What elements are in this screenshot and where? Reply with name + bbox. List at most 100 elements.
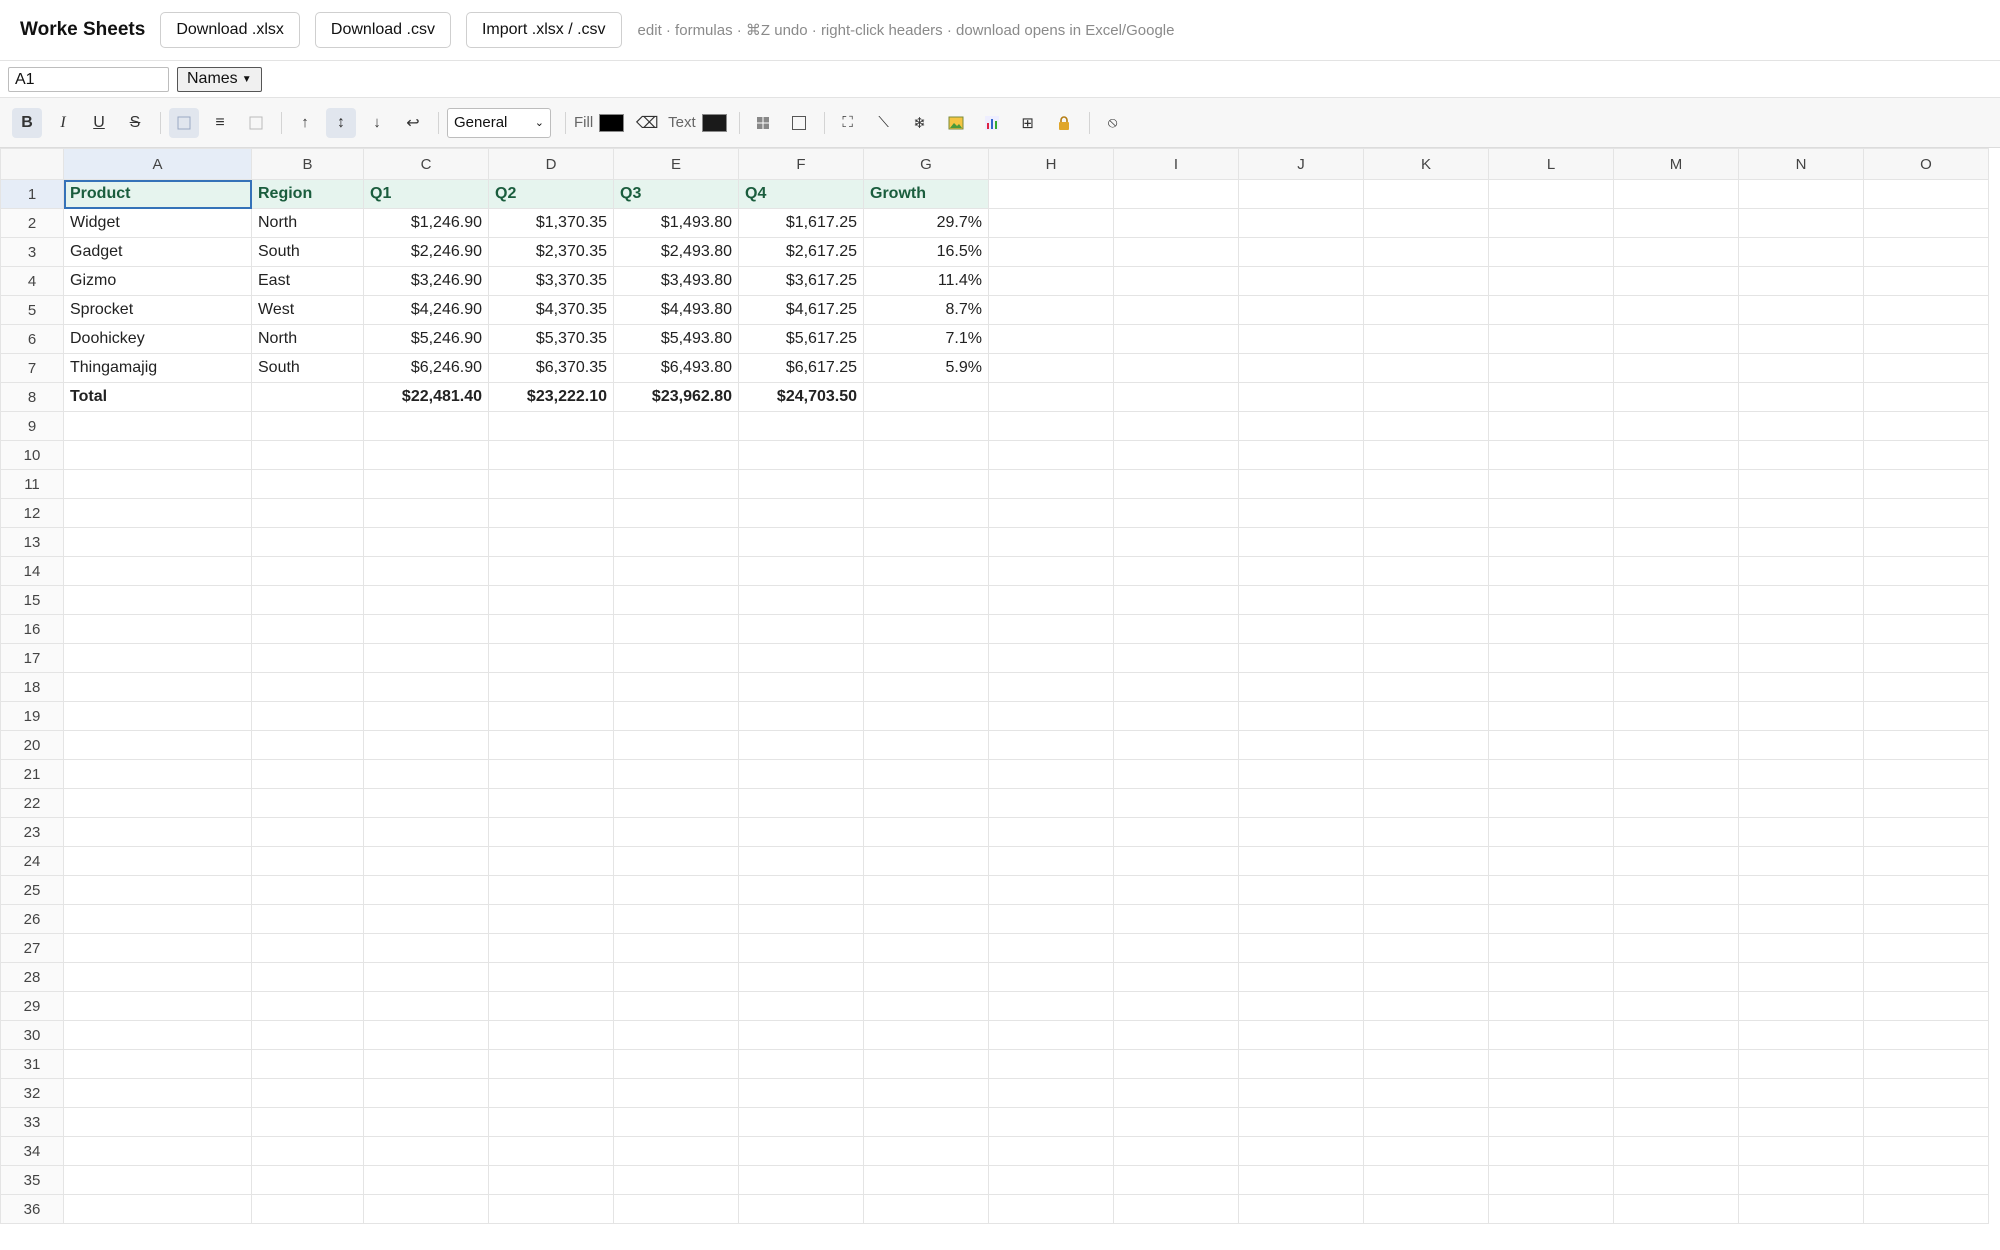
cell-b10[interactable] <box>251 440 364 470</box>
cell-n31[interactable] <box>1738 1049 1864 1079</box>
cell-l36[interactable] <box>1488 1194 1614 1224</box>
cell-n28[interactable] <box>1738 962 1864 992</box>
fill-color-swatch[interactable] <box>599 113 625 132</box>
row-header[interactable]: 32 <box>0 1078 64 1108</box>
number-format-select[interactable]: General ⌄ <box>447 107 551 138</box>
cell-h35[interactable] <box>988 1165 1114 1195</box>
cell-d3[interactable]: $2,370.35 <box>488 237 614 267</box>
cell-k5[interactable] <box>1363 295 1489 325</box>
row-header[interactable]: 2 <box>0 208 64 238</box>
cell-a24[interactable] <box>63 846 252 876</box>
cell-a12[interactable] <box>63 498 252 528</box>
cell-d28[interactable] <box>488 962 614 992</box>
cell-h29[interactable] <box>988 991 1114 1021</box>
cell-i26[interactable] <box>1113 904 1239 934</box>
merge-cells-icon[interactable]: ⛶ <box>833 108 863 138</box>
cell-i4[interactable] <box>1113 266 1239 296</box>
cell-i18[interactable] <box>1113 672 1239 702</box>
cell-j7[interactable] <box>1238 353 1364 383</box>
cell-k27[interactable] <box>1363 933 1489 963</box>
cell-f23[interactable] <box>738 817 864 847</box>
cell-b13[interactable] <box>251 527 364 557</box>
cell-m13[interactable] <box>1613 527 1739 557</box>
cell-h36[interactable] <box>988 1194 1114 1224</box>
cell-k36[interactable] <box>1363 1194 1489 1224</box>
cell-f26[interactable] <box>738 904 864 934</box>
cell-e32[interactable] <box>613 1078 739 1108</box>
cell-h33[interactable] <box>988 1107 1114 1137</box>
cell-f20[interactable] <box>738 730 864 760</box>
cell-a7[interactable]: Thingamajig <box>63 353 252 383</box>
cell-j33[interactable] <box>1238 1107 1364 1137</box>
cell-b17[interactable] <box>251 643 364 673</box>
cell-e11[interactable] <box>613 469 739 499</box>
cell-i12[interactable] <box>1113 498 1239 528</box>
cell-a35[interactable] <box>63 1165 252 1195</box>
cell-d35[interactable] <box>488 1165 614 1195</box>
cell-b8[interactable] <box>251 382 364 412</box>
cell-h21[interactable] <box>988 759 1114 789</box>
cell-i8[interactable] <box>1113 382 1239 412</box>
cell-g23[interactable] <box>863 817 989 847</box>
cell-m1[interactable] <box>1613 179 1739 209</box>
cell-l18[interactable] <box>1488 672 1614 702</box>
cell-n1[interactable] <box>1738 179 1864 209</box>
cell-a32[interactable] <box>63 1078 252 1108</box>
row-header[interactable]: 4 <box>0 266 64 296</box>
cell-k13[interactable] <box>1363 527 1489 557</box>
freeze-icon[interactable]: ❄ <box>905 108 935 138</box>
cell-c25[interactable] <box>363 875 489 905</box>
cell-d5[interactable]: $4,370.35 <box>488 295 614 325</box>
cell-l23[interactable] <box>1488 817 1614 847</box>
cell-c27[interactable] <box>363 933 489 963</box>
cell-e31[interactable] <box>613 1049 739 1079</box>
strikethrough-button[interactable]: S <box>120 108 150 138</box>
cell-l32[interactable] <box>1488 1078 1614 1108</box>
cell-g5[interactable]: 8.7% <box>863 295 989 325</box>
column-header-a[interactable]: A <box>63 148 252 180</box>
cell-i25[interactable] <box>1113 875 1239 905</box>
cell-f34[interactable] <box>738 1136 864 1166</box>
align-bottom-icon[interactable]: ↓ <box>362 108 392 138</box>
cell-e21[interactable] <box>613 759 739 789</box>
cell-f18[interactable] <box>738 672 864 702</box>
cell-d16[interactable] <box>488 614 614 644</box>
cell-i3[interactable] <box>1113 237 1239 267</box>
cell-a25[interactable] <box>63 875 252 905</box>
cell-o25[interactable] <box>1863 875 1989 905</box>
cell-e16[interactable] <box>613 614 739 644</box>
row-header[interactable]: 18 <box>0 672 64 702</box>
cell-d24[interactable] <box>488 846 614 876</box>
cell-j35[interactable] <box>1238 1165 1364 1195</box>
cell-c4[interactable]: $3,246.90 <box>363 266 489 296</box>
cell-m32[interactable] <box>1613 1078 1739 1108</box>
cell-n24[interactable] <box>1738 846 1864 876</box>
cell-b23[interactable] <box>251 817 364 847</box>
cell-a29[interactable] <box>63 991 252 1021</box>
cell-e2[interactable]: $1,493.80 <box>613 208 739 238</box>
cell-d17[interactable] <box>488 643 614 673</box>
cell-k17[interactable] <box>1363 643 1489 673</box>
cell-d19[interactable] <box>488 701 614 731</box>
cell-i21[interactable] <box>1113 759 1239 789</box>
borders-outer-icon[interactable] <box>784 108 814 138</box>
cell-l12[interactable] <box>1488 498 1614 528</box>
row-header[interactable]: 15 <box>0 585 64 615</box>
cell-c20[interactable] <box>363 730 489 760</box>
cell-o29[interactable] <box>1863 991 1989 1021</box>
cell-l25[interactable] <box>1488 875 1614 905</box>
cell-m16[interactable] <box>1613 614 1739 644</box>
cell-m3[interactable] <box>1613 237 1739 267</box>
cell-j6[interactable] <box>1238 324 1364 354</box>
import-button[interactable]: Import .xlsx / .csv <box>465 12 622 48</box>
cell-n4[interactable] <box>1738 266 1864 296</box>
cell-b33[interactable] <box>251 1107 364 1137</box>
cell-o13[interactable] <box>1863 527 1989 557</box>
cell-e28[interactable] <box>613 962 739 992</box>
cell-g30[interactable] <box>863 1020 989 1050</box>
cell-l35[interactable] <box>1488 1165 1614 1195</box>
cell-e23[interactable] <box>613 817 739 847</box>
cell-o32[interactable] <box>1863 1078 1989 1108</box>
cell-c7[interactable]: $6,246.90 <box>363 353 489 383</box>
cell-m25[interactable] <box>1613 875 1739 905</box>
